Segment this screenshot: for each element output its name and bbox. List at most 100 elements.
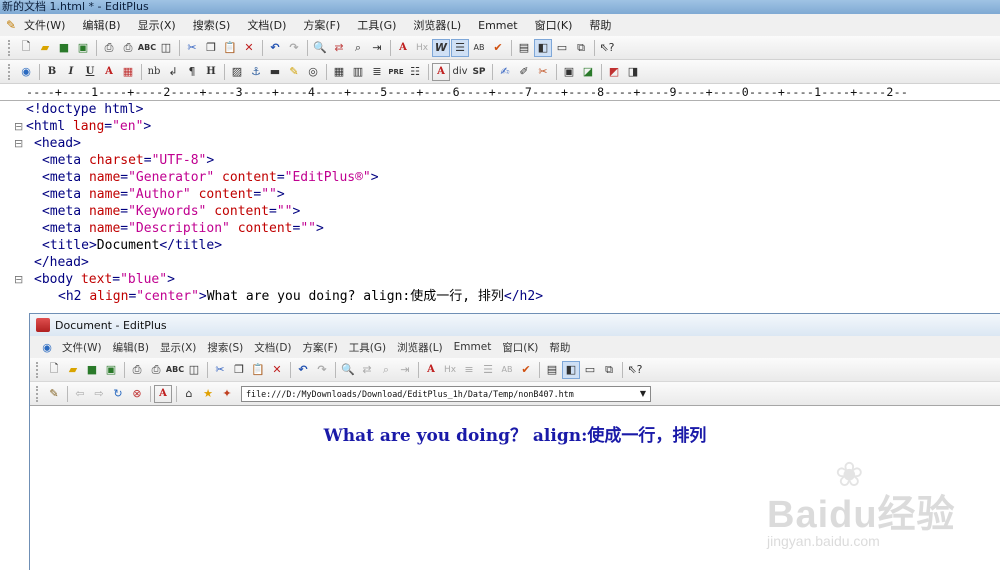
menu-window[interactable]: 窗口(K) [535, 17, 573, 33]
menu-window[interactable]: 窗口(K) [502, 340, 538, 355]
copy-icon[interactable]: ❐ [202, 39, 220, 57]
output-window-icon[interactable]: ⧉ [600, 361, 618, 379]
column-select-icon[interactable]: AB [470, 39, 488, 57]
chevron-down-icon[interactable]: ▼ [640, 389, 646, 398]
print-preview-icon[interactable]: ⎙ [100, 39, 118, 57]
menu-document[interactable]: 文档(D) [254, 340, 291, 355]
span-icon[interactable]: SP [470, 63, 488, 81]
delete-icon[interactable]: ✕ [268, 361, 286, 379]
redo-icon[interactable]: ↷ [285, 39, 303, 57]
pre-icon[interactable]: PRE [387, 63, 405, 81]
fold-marker-body[interactable]: ⊟ [14, 273, 23, 286]
word-wrap-icon[interactable]: ≡ [460, 361, 478, 379]
open-folder-icon[interactable]: ▰ [36, 39, 54, 57]
menu-view[interactable]: 显示(X) [160, 340, 196, 355]
font-size-icon[interactable]: A [422, 361, 440, 379]
print-preview-icon[interactable]: ⎙ [128, 361, 146, 379]
menu-help[interactable]: 帮助 [589, 17, 611, 33]
toolbar-grip[interactable] [36, 361, 42, 378]
cliptext-icon[interactable]: ▭ [553, 39, 571, 57]
font-size-icon[interactable]: A [394, 39, 412, 57]
horizontal-rule-icon[interactable]: ▬ [266, 63, 284, 81]
ordered-list-icon[interactable]: ☷ [406, 63, 424, 81]
history-icon[interactable]: ✦ [218, 385, 236, 403]
directory-window-icon[interactable]: ◧ [534, 38, 552, 57]
back-arrow-icon[interactable]: ⇦ [71, 385, 89, 403]
form-icon[interactable]: ▥ [349, 63, 367, 81]
italic-icon[interactable]: I [62, 63, 80, 81]
fold-marker-head[interactable]: ⊟ [14, 137, 23, 150]
cut-icon[interactable]: ✂ [211, 361, 229, 379]
menu-edit[interactable]: 编辑(B) [113, 340, 149, 355]
frame-icon[interactable]: ▣ [560, 63, 578, 81]
nbsp-icon[interactable]: nb [145, 63, 163, 81]
paste-icon[interactable]: 📋 [249, 361, 267, 379]
find-icon[interactable]: 🔍 [311, 39, 329, 57]
fold-marker-html[interactable]: ⊟ [14, 120, 23, 133]
paste-icon[interactable]: 📋 [221, 39, 239, 57]
word-wrap-icon[interactable]: W [432, 38, 450, 57]
line-break-icon[interactable]: ↲ [164, 63, 182, 81]
menu-browser[interactable]: 浏览器(L) [413, 17, 461, 33]
directory-window-icon[interactable]: ◧ [562, 360, 580, 379]
menu-help[interactable]: 帮助 [549, 340, 570, 355]
browser-preview-icon[interactable]: ◫ [185, 361, 203, 379]
menu-emmet[interactable]: Emmet [454, 341, 492, 353]
save-icon[interactable]: ■ [55, 39, 73, 57]
menu-browser[interactable]: 浏览器(L) [397, 340, 443, 355]
browser-preview-icon[interactable]: ◫ [157, 39, 175, 57]
replace-icon[interactable]: ⇄ [330, 39, 348, 57]
refresh-icon[interactable]: ↻ [109, 385, 127, 403]
anchor-icon[interactable]: ⚓ [247, 63, 265, 81]
paragraph-icon[interactable]: ¶ [183, 63, 201, 81]
new-file-icon[interactable]: 🗋 [17, 39, 35, 57]
menu-tools[interactable]: 工具(G) [357, 17, 396, 33]
save-all-icon[interactable]: ▣ [102, 361, 120, 379]
menu-project[interactable]: 方案(F) [303, 340, 338, 355]
open-folder-icon[interactable]: ▰ [64, 361, 82, 379]
edit-style-icon[interactable]: ✍ [496, 63, 514, 81]
print-icon[interactable]: ⎙ [119, 39, 137, 57]
menu-edit[interactable]: 编辑(B) [82, 17, 120, 33]
color-grid-icon[interactable]: ▦ [119, 63, 137, 81]
url-input[interactable]: file:///D:/MyDownloads/Download/EditPlus… [241, 385, 651, 402]
line-number-icon[interactable]: ☰ [451, 38, 469, 57]
toolbar-grip[interactable] [8, 63, 14, 80]
table-icon[interactable]: ▦ [330, 63, 348, 81]
font-color-icon[interactable]: A [100, 63, 118, 81]
hx-icon[interactable]: Hx [413, 39, 431, 57]
toolbar-grip[interactable] [8, 39, 14, 56]
cliptext-icon[interactable]: ▭ [581, 361, 599, 379]
bold-icon[interactable]: B [43, 63, 61, 81]
cut-icon[interactable]: ✂ [183, 39, 201, 57]
find-icon[interactable]: 🔍 [339, 361, 357, 379]
font-tag-icon[interactable]: A [432, 62, 450, 81]
new-file-icon[interactable]: 🗋 [45, 361, 63, 379]
check-icon[interactable]: ✔ [489, 39, 507, 57]
menu-search[interactable]: 搜索(S) [207, 340, 243, 355]
spell-check-icon[interactable]: ABC [166, 361, 184, 379]
undo-icon[interactable]: ↶ [266, 39, 284, 57]
goto-line-icon[interactable]: ⇥ [368, 39, 386, 57]
menu-file[interactable]: 文件(W) [24, 17, 65, 33]
help-pointer-icon[interactable]: ⇖? [598, 39, 616, 57]
menu-document[interactable]: 文档(D) [247, 17, 286, 33]
layout-icon[interactable]: ◪ [579, 63, 597, 81]
menu-emmet[interactable]: Emmet [478, 19, 517, 32]
save-icon[interactable]: ■ [83, 361, 101, 379]
window-icon[interactable]: ▤ [515, 39, 533, 57]
spell-check-icon[interactable]: ABC [138, 39, 156, 57]
redo-icon[interactable]: ↷ [313, 361, 331, 379]
highlight-icon[interactable]: ✎ [285, 63, 303, 81]
pencil-icon[interactable]: ✎ [45, 385, 63, 403]
check-icon[interactable]: ✔ [517, 361, 535, 379]
color-picker-icon[interactable]: ◩ [605, 63, 623, 81]
div-icon[interactable]: div [451, 63, 469, 81]
hx-icon[interactable]: Hx [441, 361, 459, 379]
globe-icon[interactable]: ◉ [17, 63, 35, 81]
menu-tools[interactable]: 工具(G) [349, 340, 386, 355]
menu-file[interactable]: 文件(W) [62, 340, 102, 355]
preview-window-icon[interactable]: ◨ [624, 63, 642, 81]
home-icon[interactable]: ⌂ [180, 385, 198, 403]
window-icon[interactable]: ▤ [543, 361, 561, 379]
